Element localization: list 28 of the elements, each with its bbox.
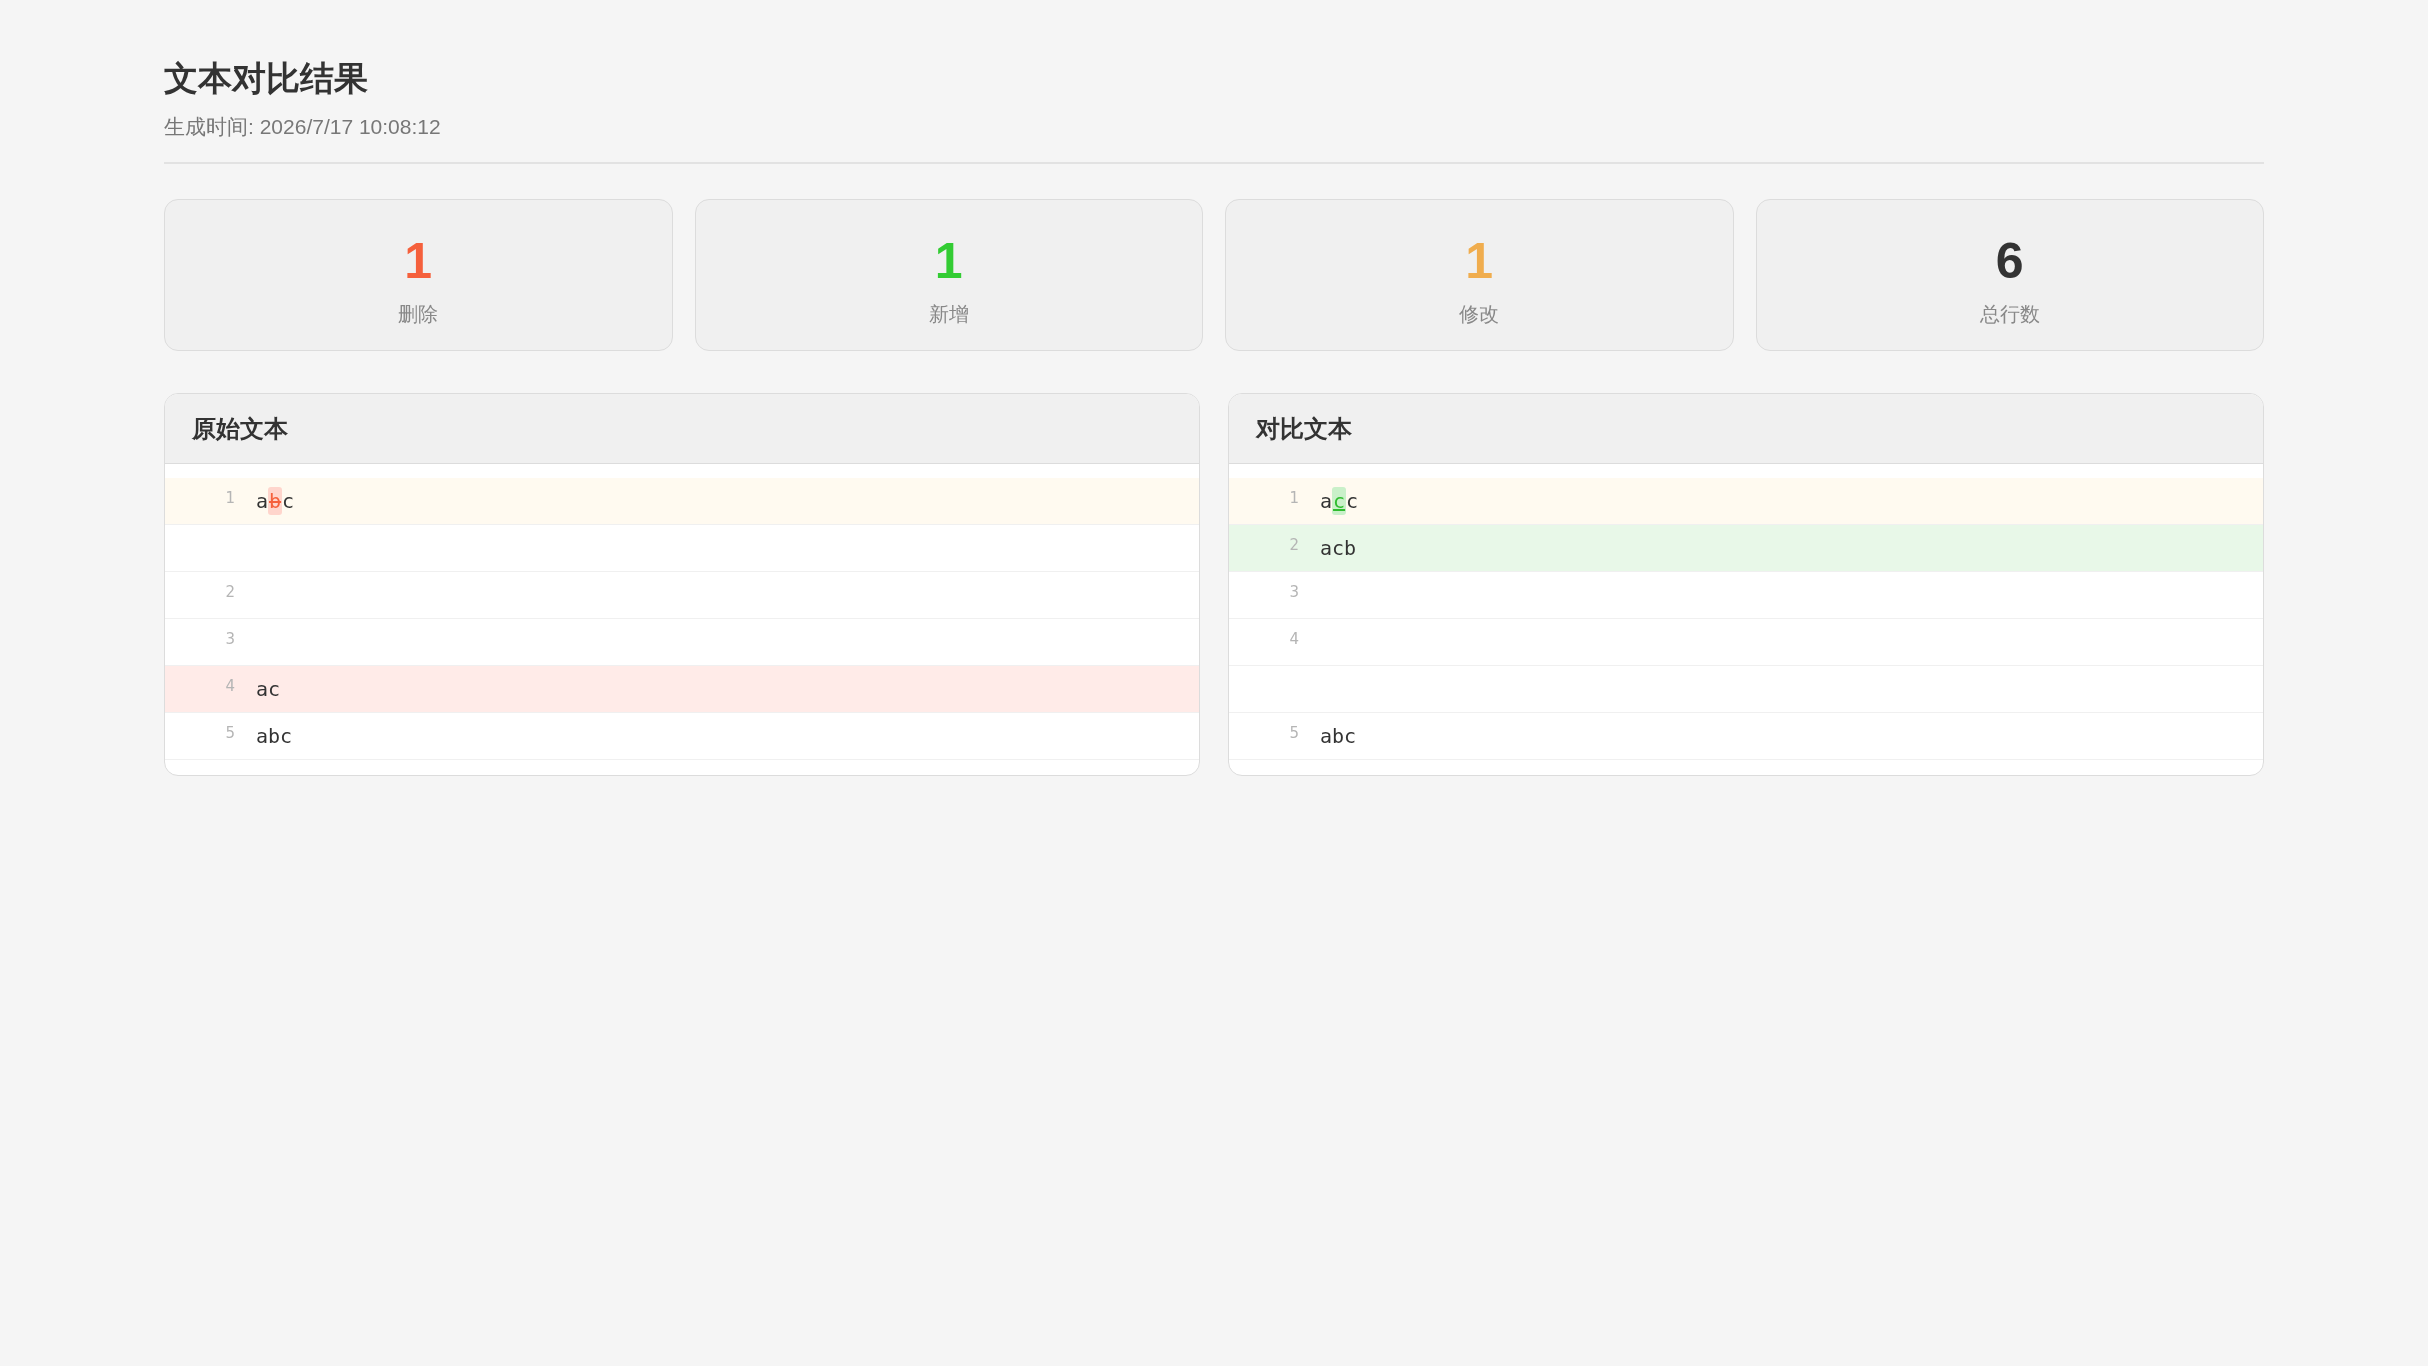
line-text: abc	[1320, 723, 1357, 750]
stat-label: 修改	[1459, 302, 1500, 327]
line-text: acb	[1320, 535, 1357, 562]
panel-title: 对比文本	[1256, 413, 1352, 444]
stat-label: 删除	[398, 302, 439, 327]
line-number: 5	[1289, 723, 1299, 744]
line-number: 1	[225, 488, 235, 509]
line-number: 3	[225, 629, 235, 650]
line-number: 4	[1289, 629, 1299, 650]
line-text: acc	[1320, 487, 1359, 515]
line-text: abc	[256, 487, 295, 515]
line-text: abc	[256, 723, 293, 750]
stat-value: 1	[404, 233, 433, 289]
stat-label: 总行数	[1979, 302, 2040, 327]
line-number: 1	[1289, 488, 1299, 509]
line-number: 2	[225, 582, 235, 603]
stat-label: 新增	[928, 302, 969, 327]
stat-value: 1	[1465, 233, 1494, 289]
stat-value: 6	[1995, 233, 2024, 289]
line-number: 3	[1289, 582, 1299, 603]
panel-title: 原始文本	[192, 413, 288, 444]
page-title: 文本对比结果	[164, 58, 368, 99]
generated-time: 生成时间: 2026/7/17 10:08:12	[164, 114, 441, 140]
line-number: 2	[1289, 535, 1299, 556]
line-number: 4	[225, 676, 235, 697]
line-text: ac	[256, 676, 281, 703]
stat-value: 1	[934, 233, 963, 289]
line-number: 5	[225, 723, 235, 744]
